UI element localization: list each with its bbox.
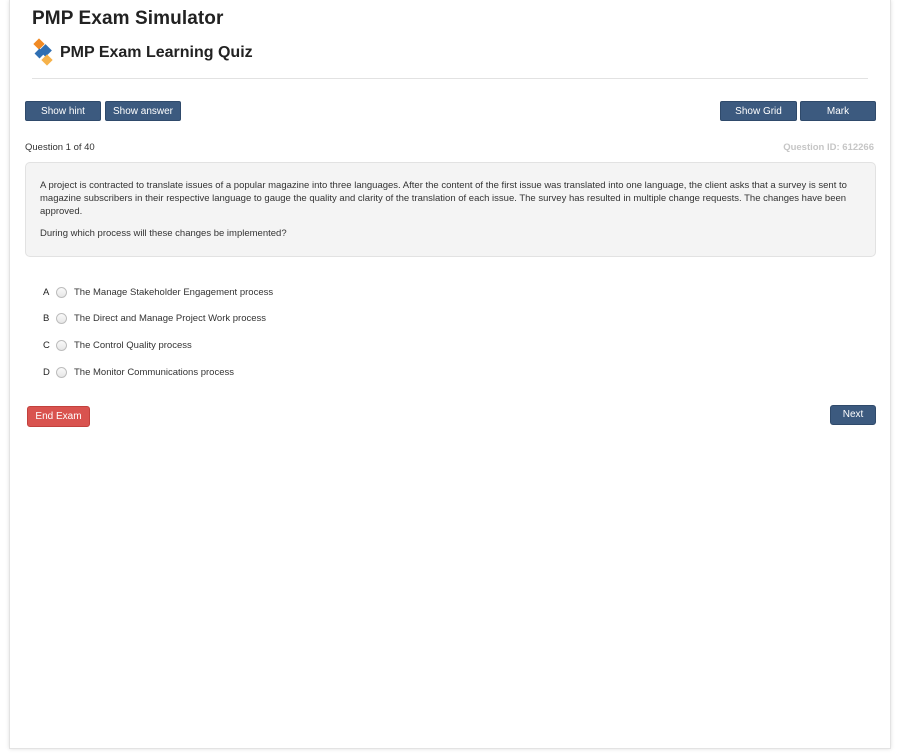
mark-button[interactable]: Mark: [800, 101, 876, 121]
option-a-radio[interactable]: [56, 286, 67, 298]
option-text[interactable]: The Direct and Manage Project Work proce…: [74, 313, 266, 324]
option-d[interactable]: D The Monitor Communications process: [43, 359, 273, 386]
end-exam-button[interactable]: End Exam: [27, 406, 90, 427]
show-hint-button[interactable]: Show hint: [25, 101, 101, 121]
option-text[interactable]: The Control Quality process: [74, 340, 192, 351]
option-letter: C: [43, 339, 50, 351]
answer-options: A The Manage Stakeholder Engagement proc…: [43, 279, 273, 385]
option-text[interactable]: The Manage Stakeholder Engagement proces…: [74, 287, 273, 298]
show-grid-button[interactable]: Show Grid: [720, 101, 797, 121]
header-divider: [32, 78, 868, 79]
question-id: Question ID: 612266: [783, 142, 874, 153]
question-box: A project is contracted to translate iss…: [25, 162, 876, 257]
app-title: PMP Exam Simulator: [32, 8, 224, 29]
exam-page: PMP Exam Simulator PMP Exam Learning Qui…: [9, 0, 891, 749]
next-button[interactable]: Next: [830, 405, 876, 425]
option-letter: B: [43, 313, 50, 325]
option-b[interactable]: B The Direct and Manage Project Work pro…: [43, 306, 273, 333]
quiz-header: PMP Exam Learning Quiz: [32, 38, 253, 68]
option-a[interactable]: A The Manage Stakeholder Engagement proc…: [43, 279, 273, 306]
diamond-logo-icon: [32, 38, 56, 68]
option-b-radio[interactable]: [56, 313, 67, 325]
quiz-title: PMP Exam Learning Quiz: [60, 44, 253, 61]
option-letter: D: [43, 366, 50, 378]
option-text[interactable]: The Monitor Communications process: [74, 367, 234, 378]
option-d-radio[interactable]: [56, 366, 67, 378]
option-c[interactable]: C The Control Quality process: [43, 332, 273, 359]
question-text: A project is contracted to translate iss…: [40, 180, 847, 217]
question-counter: Question 1 of 40: [25, 142, 95, 153]
option-letter: A: [43, 286, 50, 298]
option-c-radio[interactable]: [56, 339, 67, 351]
question-prompt: During which process will these changes …: [40, 228, 287, 239]
show-answer-button[interactable]: Show answer: [105, 101, 181, 121]
